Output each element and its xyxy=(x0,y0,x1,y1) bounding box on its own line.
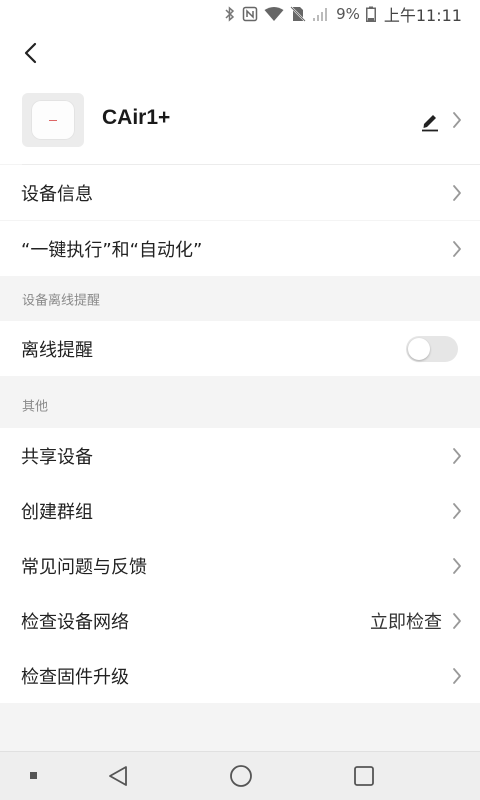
firmware-upgrade-label: 检查固件升级 xyxy=(21,666,129,688)
triangle-back-icon xyxy=(109,766,127,786)
chevron-right-icon xyxy=(453,557,461,574)
chevron-right-icon xyxy=(453,240,461,257)
square-recents-icon xyxy=(354,766,374,786)
faq-feedback-label: 常见问题与反馈 xyxy=(21,556,147,578)
back-button[interactable] xyxy=(14,36,48,70)
wifi-icon xyxy=(264,7,284,21)
app-header xyxy=(0,28,480,80)
nav-menu-button[interactable] xyxy=(4,752,64,800)
nav-back-button[interactable] xyxy=(88,752,148,800)
check-network-row[interactable]: 检查设备网络 立即检查 xyxy=(0,593,480,648)
chevron-right-icon xyxy=(453,184,461,201)
section-header-other: 其他 xyxy=(0,383,480,427)
toggle-knob xyxy=(408,337,430,360)
share-device-label: 共享设备 xyxy=(21,446,93,468)
section-title: 设备离线提醒 xyxy=(22,293,101,309)
device-image xyxy=(22,93,84,147)
create-group-label: 创建群组 xyxy=(21,501,93,523)
battery-percent: 9% xyxy=(336,5,360,23)
create-group-row[interactable]: 创建群组 xyxy=(0,483,480,538)
firmware-upgrade-row[interactable]: 检查固件升级 xyxy=(0,648,480,703)
device-header-row[interactable]: CAir1+ xyxy=(0,80,480,164)
back-arrow-icon xyxy=(24,42,37,64)
device-info-row[interactable]: 设备信息 xyxy=(0,165,480,220)
square-dot-icon xyxy=(30,772,37,779)
chevron-right-icon xyxy=(453,612,461,629)
chevron-right-icon xyxy=(453,502,461,519)
check-now-link[interactable]: 立即检查 xyxy=(370,608,442,634)
offline-alert-toggle[interactable] xyxy=(406,335,458,362)
circle-home-icon xyxy=(230,765,252,787)
nav-recents-button[interactable] xyxy=(334,752,394,800)
status-bar: 9% 上午11:11 xyxy=(0,0,480,28)
device-info-label: 设备信息 xyxy=(21,183,93,205)
battery-icon xyxy=(365,6,376,22)
offline-alert-row: 离线提醒 xyxy=(0,321,480,376)
signal-icon xyxy=(313,8,328,21)
system-nav-bar xyxy=(0,751,480,800)
check-network-label: 检查设备网络 xyxy=(21,611,129,633)
section-header-offline: 设备离线提醒 xyxy=(0,277,480,321)
chevron-right-icon xyxy=(453,667,461,684)
nav-home-button[interactable] xyxy=(211,752,271,800)
scenes-automation-row[interactable]: “一键执行”和“自动化” xyxy=(0,221,480,276)
clock: 上午11:11 xyxy=(383,6,462,25)
scenes-automation-label: “一键执行”和“自动化” xyxy=(21,239,203,261)
share-device-row[interactable]: 共享设备 xyxy=(0,428,480,483)
chevron-right-icon xyxy=(453,112,461,128)
device-name: CAir1+ xyxy=(102,106,171,129)
faq-feedback-row[interactable]: 常见问题与反馈 xyxy=(0,538,480,593)
offline-alert-label: 离线提醒 xyxy=(21,339,93,361)
edit-icon[interactable] xyxy=(420,110,440,132)
no-sim-icon xyxy=(290,6,306,22)
chevron-right-icon xyxy=(453,447,461,464)
nfc-icon xyxy=(242,6,258,22)
bluetooth-icon xyxy=(225,6,235,22)
section-title: 其他 xyxy=(22,399,49,415)
